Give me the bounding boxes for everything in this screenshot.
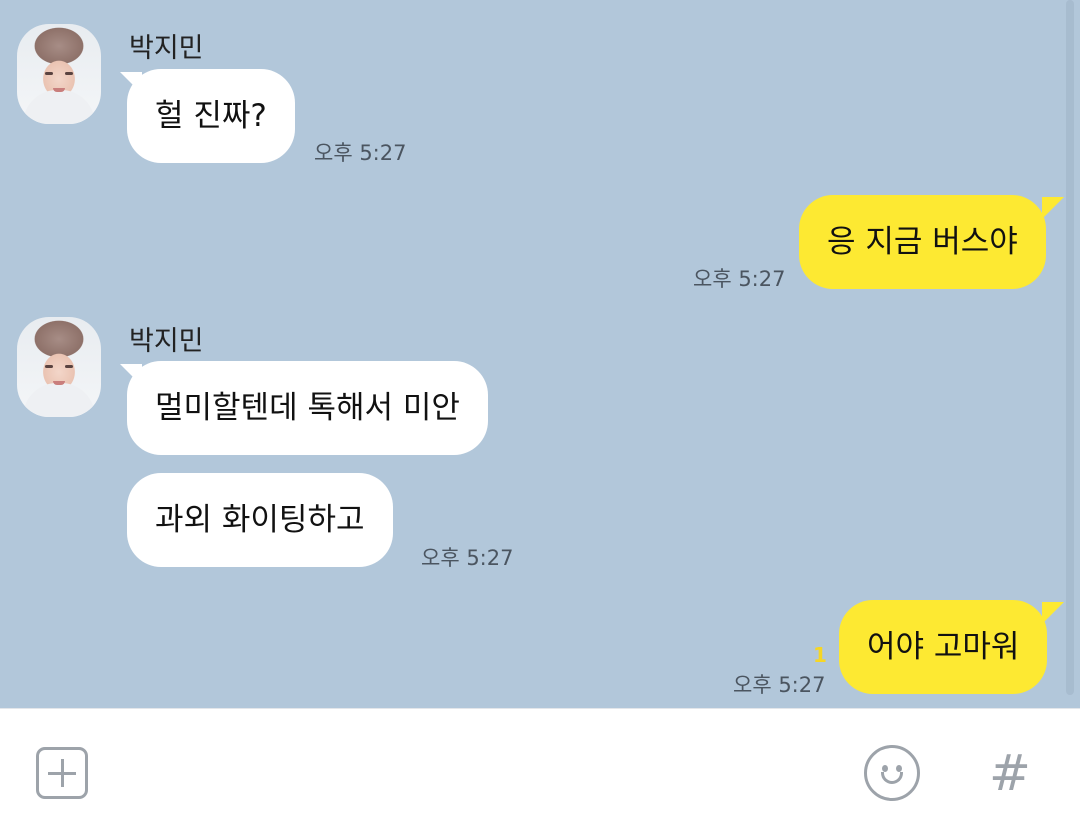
message-time: 오후 5:27 <box>693 267 786 291</box>
message-time: 오후 5:27 <box>733 673 826 697</box>
plus-square-icon[interactable] <box>36 747 88 799</box>
hashtag-button[interactable]: # <box>985 743 1035 803</box>
message-bubble-incoming[interactable]: 과외 화이팅하고 <box>127 473 393 567</box>
smiley-mouth <box>881 772 903 784</box>
unread-count: 1 <box>813 643 827 667</box>
bubble-tail <box>1042 602 1064 624</box>
avatar-eye <box>45 365 53 368</box>
message-time: 오후 5:27 <box>421 546 514 570</box>
sender-name: 박지민 <box>129 326 204 357</box>
scrollbar[interactable] <box>1066 0 1074 695</box>
avatar-eye <box>65 365 73 368</box>
friend-avatar[interactable] <box>17 24 101 124</box>
smiley-icon[interactable] <box>864 745 920 801</box>
input-bar: # <box>0 708 1080 837</box>
chat-area[interactable]: 박지민 헐 진짜? 오후 5:27 응 지금 버스야 오후 5:27 박지민 멀… <box>0 0 1080 708</box>
message-bubble-outgoing[interactable]: 응 지금 버스야 <box>799 195 1046 289</box>
smiley-eye <box>882 765 888 772</box>
friend-avatar[interactable] <box>17 317 101 417</box>
message-time: 오후 5:27 <box>314 141 407 165</box>
message-bubble-incoming[interactable]: 멀미할텐데 톡해서 미안 <box>127 361 488 455</box>
message-bubble-incoming[interactable]: 헐 진짜? <box>127 69 295 163</box>
bubble-tail <box>1042 197 1064 219</box>
avatar-eye <box>45 72 53 75</box>
message-bubble-outgoing[interactable]: 어야 고마워 <box>839 600 1048 694</box>
avatar-shirt <box>23 383 95 417</box>
avatar-eye <box>65 72 73 75</box>
smiley-eye <box>896 765 902 772</box>
sender-name: 박지민 <box>129 33 204 64</box>
avatar-shirt <box>23 90 95 124</box>
